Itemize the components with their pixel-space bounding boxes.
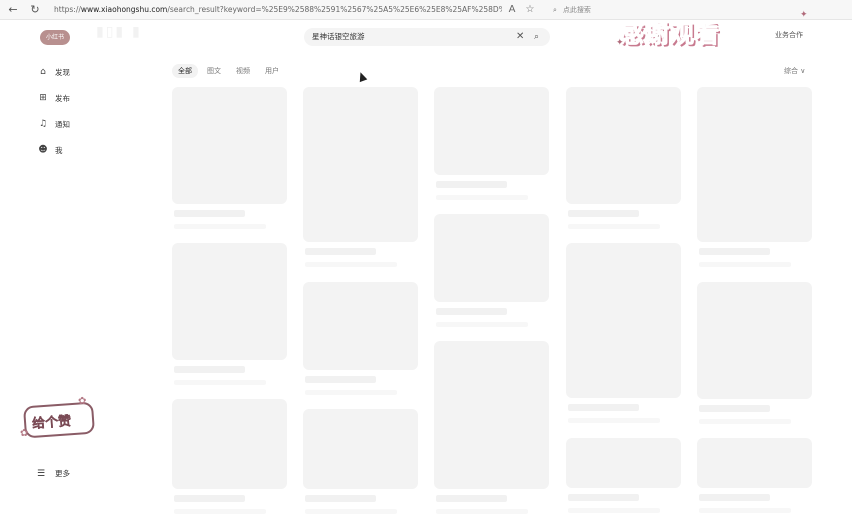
card-title-placeholder bbox=[174, 210, 245, 217]
card-image-placeholder bbox=[172, 243, 287, 360]
like-sticker: 给个赞 bbox=[22, 401, 96, 439]
sidebar-more[interactable]: ☰ 更多 bbox=[37, 468, 70, 479]
card-author-placeholder bbox=[174, 224, 266, 229]
publish-icon: ⊞ bbox=[39, 93, 47, 103]
card-author-placeholder bbox=[436, 322, 528, 327]
card-author-placeholder bbox=[305, 390, 397, 395]
card-author-placeholder bbox=[436, 509, 528, 514]
card-author-placeholder bbox=[568, 508, 660, 513]
card-author-placeholder bbox=[699, 508, 791, 513]
flower-icon: ✿ bbox=[78, 396, 87, 407]
card-author-placeholder bbox=[568, 418, 660, 423]
search-input[interactable]: 星神话银空旅游 bbox=[312, 28, 365, 46]
card-author-placeholder bbox=[305, 262, 397, 267]
card-image-placeholder bbox=[434, 214, 549, 302]
read-aloud-icon[interactable]: A bbox=[506, 3, 518, 17]
card-author-placeholder bbox=[305, 509, 397, 514]
card-title-placeholder bbox=[436, 181, 507, 188]
card-image-placeholder bbox=[697, 282, 812, 399]
url-prefix: https:// bbox=[54, 5, 81, 14]
card-image-placeholder bbox=[566, 243, 681, 398]
sidebar-item-publish[interactable]: ⊞ 发布 bbox=[37, 91, 70, 105]
card-author-placeholder bbox=[436, 195, 528, 200]
tab-video[interactable]: 视频 bbox=[230, 64, 256, 78]
browser-toolbar: ← ↻ https://www.xiaohongshu.com/search_r… bbox=[0, 0, 852, 20]
card-title-placeholder bbox=[568, 404, 639, 411]
card-title-placeholder bbox=[699, 248, 770, 255]
refresh-icon[interactable]: ↻ bbox=[28, 3, 42, 17]
mouse-cursor-icon bbox=[356, 70, 368, 83]
url-path: /search_result?keyword=%25E9%2588%2591%2… bbox=[167, 5, 502, 14]
card-title-placeholder bbox=[305, 248, 376, 255]
card-title-placeholder bbox=[568, 494, 639, 501]
url-host: www.xiaohongshu.com bbox=[80, 5, 168, 14]
card-image-placeholder bbox=[303, 409, 418, 489]
more-label: 更多 bbox=[55, 469, 70, 478]
card-title-placeholder bbox=[305, 495, 376, 502]
card-title-placeholder bbox=[568, 210, 639, 217]
card-title-placeholder bbox=[174, 495, 245, 502]
faded-overlay-text: ▮▯▮ ▮ bbox=[96, 24, 142, 40]
tab-image-text[interactable]: 图文 bbox=[201, 64, 227, 78]
card-image-placeholder bbox=[303, 282, 418, 370]
sidebar-item-label: 发布 bbox=[55, 93, 70, 103]
user-icon: ☻ bbox=[38, 145, 48, 155]
card-image-placeholder bbox=[697, 438, 812, 488]
card-author-placeholder bbox=[568, 224, 660, 229]
sidebar-item-label: 通知 bbox=[55, 119, 70, 129]
thanks-overlay: 感谢观看 bbox=[620, 20, 720, 49]
close-icon[interactable]: ✕ bbox=[516, 28, 524, 46]
card-image-placeholder bbox=[566, 438, 681, 488]
sidebar-item-notifications[interactable]: ♫ 通知 bbox=[37, 117, 70, 131]
star-icon: ✦ bbox=[800, 10, 808, 20]
flower-icon: ✿ bbox=[20, 428, 29, 439]
card-author-placeholder bbox=[699, 419, 791, 424]
logo[interactable]: 小红书 bbox=[40, 30, 70, 45]
card-title-placeholder bbox=[174, 366, 245, 373]
favorite-icon[interactable]: ☆ bbox=[524, 3, 536, 17]
star-icon: ✦ bbox=[616, 38, 624, 48]
search-icon: ⌕ bbox=[553, 6, 557, 14]
search-bar[interactable]: 星神话银空旅游 ✕ ⌕ bbox=[304, 28, 550, 46]
card-author-placeholder bbox=[174, 509, 266, 514]
card-title-placeholder bbox=[436, 308, 507, 315]
card-image-placeholder bbox=[434, 87, 549, 175]
back-icon[interactable]: ← bbox=[6, 3, 20, 17]
bell-icon: ♫ bbox=[38, 119, 48, 129]
tab-all[interactable]: 全部 bbox=[172, 64, 198, 78]
browser-search-placeholder: 点此搜索 bbox=[562, 6, 591, 14]
card-image-placeholder bbox=[172, 399, 287, 489]
card-title-placeholder bbox=[699, 405, 770, 412]
sidebar-item-label: 我 bbox=[55, 145, 63, 155]
card-author-placeholder bbox=[174, 380, 266, 385]
sticker-text: 给个赞 bbox=[31, 414, 72, 432]
card-image-placeholder bbox=[434, 341, 549, 489]
address-bar[interactable]: https://www.xiaohongshu.com/search_resul… bbox=[54, 3, 502, 17]
search-icon[interactable]: ⌕ bbox=[534, 28, 539, 46]
card-image-placeholder bbox=[697, 87, 812, 242]
business-link[interactable]: 业务合作 bbox=[775, 30, 803, 40]
tab-users[interactable]: 用户 bbox=[259, 64, 285, 78]
sidebar-item-me[interactable]: ☻ 我 bbox=[37, 143, 63, 157]
sidebar-item-label: 发现 bbox=[55, 67, 70, 77]
card-image-placeholder bbox=[566, 87, 681, 204]
menu-icon: ☰ bbox=[37, 468, 46, 479]
home-icon: ⌂ bbox=[40, 67, 46, 77]
card-author-placeholder bbox=[699, 262, 791, 267]
card-image-placeholder bbox=[303, 87, 418, 242]
sidebar-item-discover[interactable]: ⌂ 发现 bbox=[37, 65, 70, 79]
card-title-placeholder bbox=[305, 376, 376, 383]
sort-dropdown[interactable]: 综合 ∨ bbox=[784, 64, 805, 78]
card-title-placeholder bbox=[699, 494, 770, 501]
card-image-placeholder bbox=[172, 87, 287, 204]
card-title-placeholder bbox=[436, 495, 507, 502]
